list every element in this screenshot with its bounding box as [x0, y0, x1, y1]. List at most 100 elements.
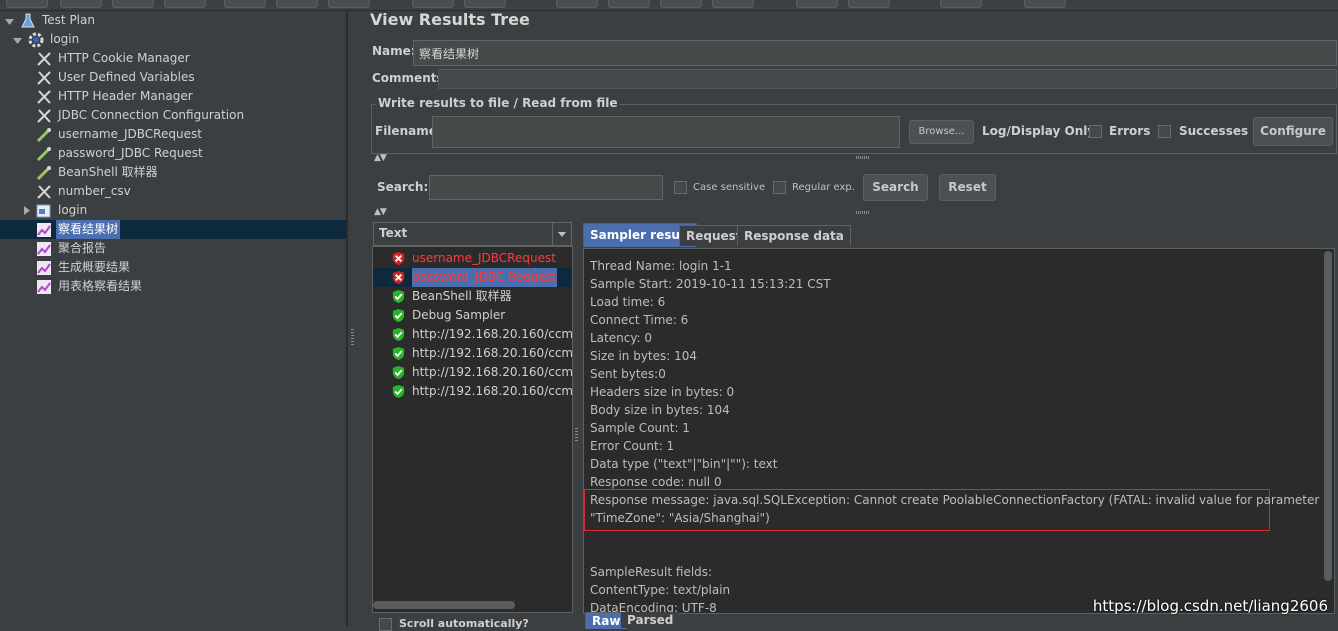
result-item[interactable]: http://192.168.20.160/ccms/u: [373, 344, 572, 363]
pane-splitter[interactable]: [347, 11, 358, 626]
result-item[interactable]: http://192.168.20.160/ccms/u: [373, 325, 572, 344]
error-shield-icon: [392, 270, 405, 285]
tree-item-label: number_csv: [58, 184, 131, 198]
tree-item-label: 用表格察看结果: [58, 279, 143, 293]
result-line: Sent bytes:0: [590, 367, 666, 381]
scroll-automatically-checkbox[interactable]: [379, 618, 392, 631]
toolbar: [0, 0, 1338, 11]
toolbar-button[interactable]: [660, 0, 702, 8]
collapse-panel-icon[interactable]: ▲▼: [374, 207, 387, 217]
search-button[interactable]: Search: [863, 174, 928, 201]
result-line: ContentType: text/plain: [590, 583, 731, 597]
result-item[interactable]: http://192.168.20.160/ccms/u: [373, 382, 572, 401]
result-item[interactable]: password_JDBC Request: [373, 268, 572, 287]
horizontal-scrollbar[interactable]: [373, 601, 515, 609]
tree-item-label: login: [58, 203, 88, 217]
result-line: Response message: java.sql.SQLException:…: [590, 493, 1320, 507]
collapse-panel-icon[interactable]: ▲▼: [374, 153, 387, 163]
tree-item-label: Test Plan: [42, 13, 95, 27]
search-label: Search:: [377, 180, 429, 194]
graph-icon: [37, 223, 51, 237]
result-line: Body size in bytes: 104: [590, 403, 730, 417]
tree-item-label: 生成概要结果: [58, 260, 131, 274]
toolbar-button[interactable]: [556, 0, 598, 8]
error-shield-icon: [392, 251, 405, 266]
vertical-scrollbar[interactable]: [1324, 251, 1332, 581]
reset-button[interactable]: Reset: [939, 174, 996, 201]
wrench-icon: [37, 185, 51, 199]
tab-response-data[interactable]: Response data: [737, 225, 851, 246]
toolbar-button[interactable]: [112, 0, 154, 8]
toolbar-button[interactable]: [412, 0, 454, 8]
tree-item-label: login: [50, 32, 80, 46]
pipette-icon: [36, 128, 51, 143]
tree-item-label: username_JDBCRequest: [58, 127, 202, 141]
success-shield-icon: [392, 346, 405, 361]
tree-item-label: User Defined Variables: [58, 70, 195, 84]
configure-button[interactable]: Configure: [1253, 117, 1333, 146]
tree-item-label: 聚合报告: [58, 241, 107, 255]
result-line: Size in bytes: 104: [590, 349, 698, 363]
result-item[interactable]: BeanShell 取样器: [373, 287, 572, 306]
errors-label: Errors: [1109, 124, 1151, 138]
case-sensitive-label: Case sensitive: [693, 182, 766, 193]
results-list: username_JDBCRequest password_JDBC Reque…: [372, 246, 573, 613]
splitter-grip-icon[interactable]: [856, 156, 870, 159]
toolbar-button[interactable]: [608, 0, 650, 8]
collapse-arrow-icon[interactable]: [13, 35, 23, 49]
tree-item-label: HTTP Header Manager: [58, 89, 193, 103]
splitter-grip-icon[interactable]: [575, 428, 578, 442]
browse-button[interactable]: Browse...: [909, 120, 974, 144]
test-plan-tree: Test Plan login HTTP Cookie Manager User…: [0, 11, 347, 626]
write-results-group-label: Write results to file / Read from file: [376, 96, 620, 110]
toolbar-button[interactable]: [276, 0, 318, 8]
successes-checkbox[interactable]: [1158, 125, 1171, 138]
toolbar-button[interactable]: [712, 0, 754, 8]
graph-icon: [37, 280, 51, 294]
toolbar-button[interactable]: [940, 0, 982, 8]
result-item[interactable]: username_JDBCRequest: [373, 249, 572, 268]
sampler-result-pane: Thread Name: login 1-1 Sample Start: 201…: [583, 248, 1335, 614]
page-title: View Results Tree: [370, 10, 530, 29]
splitter-grip-icon: [351, 329, 354, 345]
regular-exp-checkbox[interactable]: [773, 181, 786, 194]
name-field[interactable]: 察看结果树: [413, 40, 1337, 66]
filename-input[interactable]: [432, 116, 900, 148]
result-item[interactable]: Debug Sampler: [373, 306, 572, 325]
toolbar-button[interactable]: [6, 0, 48, 8]
toolbar-button[interactable]: [224, 0, 266, 8]
comments-label: Comments:: [372, 71, 449, 85]
result-item[interactable]: http://192.168.20.160/ccms/u: [373, 363, 572, 382]
renderer-select-value: Text: [379, 226, 408, 240]
pipette-icon: [36, 166, 51, 181]
result-line: Data type ("text"|"bin"|""): text: [590, 457, 778, 471]
comments-field[interactable]: [438, 69, 1337, 89]
toolbar-button[interactable]: [464, 0, 506, 8]
successes-label: Successes: [1179, 124, 1249, 138]
case-sensitive-checkbox[interactable]: [674, 181, 687, 194]
tree-item-label: HTTP Cookie Manager: [58, 51, 190, 65]
result-item-label: Debug Sampler: [412, 308, 506, 322]
toolbar-button[interactable]: [848, 0, 890, 8]
toolbar-button[interactable]: [328, 0, 370, 8]
wrench-icon: [37, 90, 51, 104]
result-line: Load time: 6: [590, 295, 666, 309]
search-input[interactable]: [429, 175, 663, 200]
success-shield-icon: [392, 327, 405, 342]
toolbar-button[interactable]: [60, 0, 102, 8]
name-field-value: 察看结果树: [419, 47, 480, 61]
controller-icon: [36, 204, 51, 218]
renderer-select[interactable]: Text: [373, 222, 572, 246]
toolbar-button[interactable]: [164, 0, 206, 8]
collapse-arrow-icon[interactable]: [5, 16, 15, 30]
success-shield-icon: [392, 384, 405, 399]
result-line: "TimeZone": "Asia/Shanghai"): [590, 511, 770, 525]
splitter-grip-icon[interactable]: [856, 211, 870, 214]
toolbar-button[interactable]: [1024, 0, 1066, 8]
chevron-down-icon[interactable]: [552, 223, 571, 245]
errors-checkbox[interactable]: [1089, 125, 1102, 138]
result-line: Error Count: 1: [590, 439, 675, 453]
expand-arrow-icon[interactable]: [22, 205, 32, 219]
result-item-label: http://192.168.20.160/ccms/u: [412, 327, 572, 341]
toolbar-button[interactable]: [796, 0, 838, 8]
